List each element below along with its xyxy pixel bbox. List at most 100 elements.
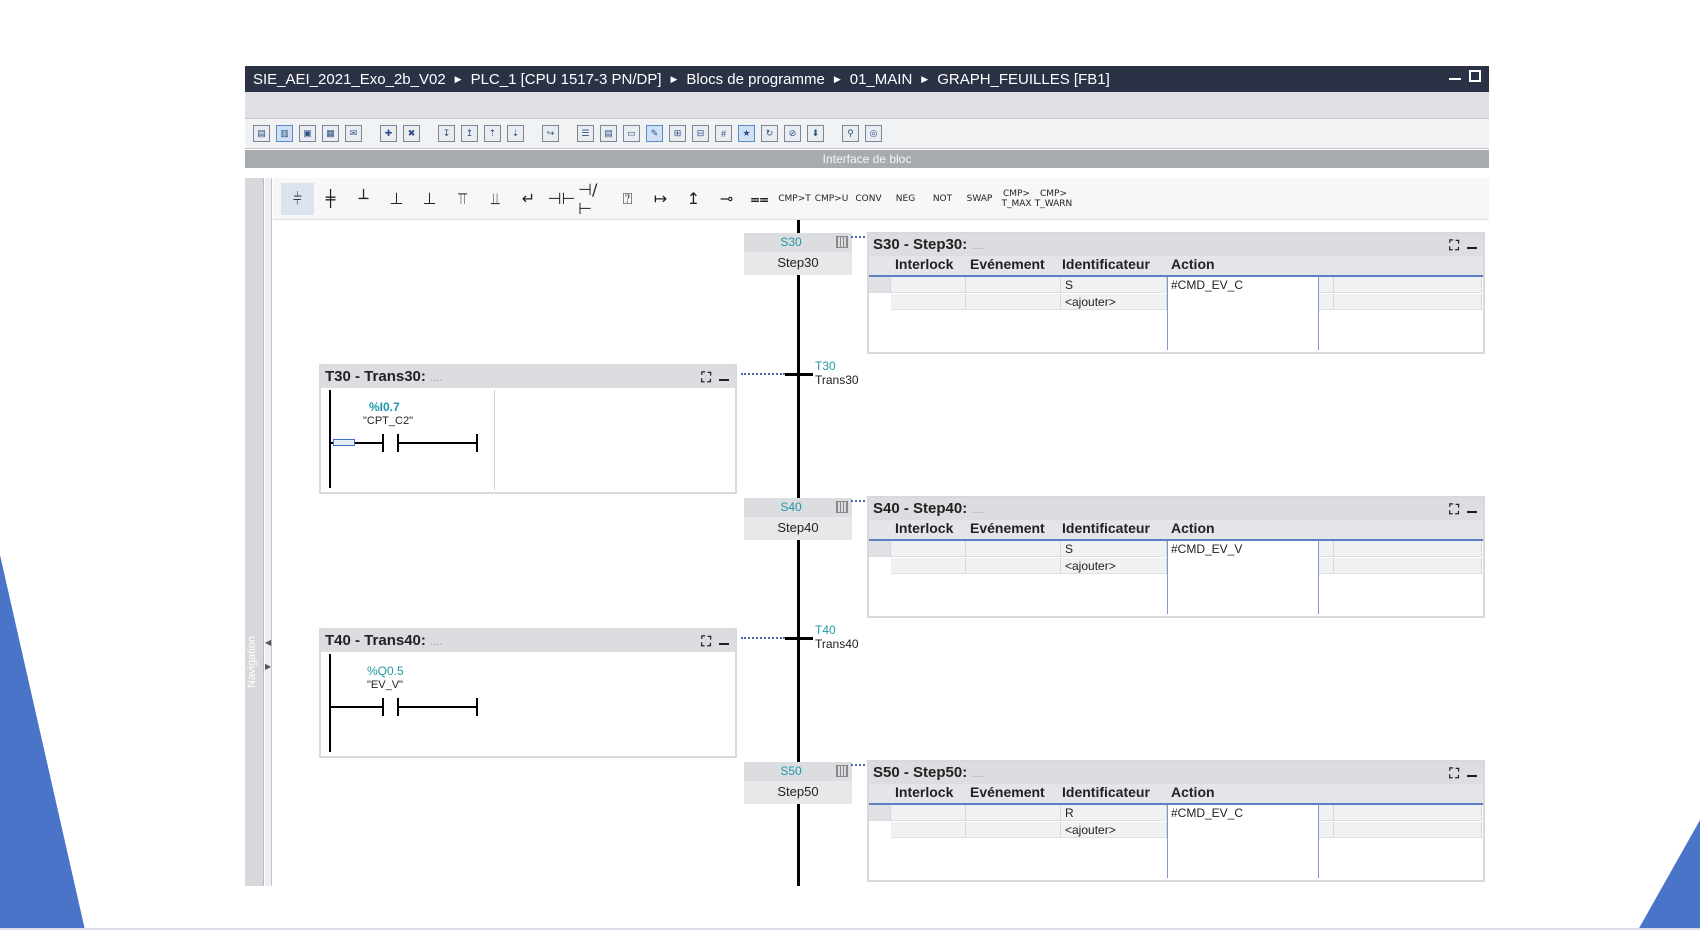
- add-action-cell[interactable]: <ajouter>: [1061, 558, 1167, 574]
- conv-button[interactable]: CONV: [850, 183, 887, 215]
- event-cell[interactable]: [966, 805, 1061, 821]
- absolute-address-icon[interactable]: #: [715, 125, 732, 142]
- interlock-cell[interactable]: [891, 277, 966, 293]
- contact-left[interactable]: [382, 434, 384, 452]
- panel-comment[interactable]: ....: [971, 504, 983, 516]
- navigation-splitter[interactable]: ◀ ▶: [265, 178, 272, 886]
- single-step-view-icon[interactable]: ▣: [299, 125, 316, 142]
- go-offline-icon[interactable]: ⊘: [784, 125, 801, 142]
- contact-symbol[interactable]: "EV_V": [367, 679, 403, 691]
- go-online-icon[interactable]: ↻: [761, 125, 778, 142]
- extra-cell[interactable]: [1334, 822, 1482, 838]
- no-contact-icon[interactable]: ⊣⊢: [545, 183, 578, 215]
- insert-network-icon[interactable]: ▤: [253, 125, 270, 142]
- step-s40[interactable]: S40 Step40: [744, 498, 852, 540]
- minimize-icon[interactable]: [1467, 511, 1477, 513]
- extra-cell[interactable]: [1319, 805, 1334, 821]
- step-actions-icon[interactable]: [836, 236, 848, 248]
- event-cell[interactable]: [966, 277, 1061, 293]
- not-button[interactable]: NOT: [924, 183, 961, 215]
- collapse-panel-icon[interactable]: ⛶: [1449, 234, 1459, 256]
- qualifier-cell[interactable]: S: [1061, 541, 1167, 557]
- minimize-icon[interactable]: [1467, 247, 1477, 249]
- extra-cell[interactable]: [1319, 294, 1334, 310]
- open-branch-icon[interactable]: ↦: [644, 183, 677, 215]
- restore-window-icon[interactable]: [1469, 70, 1481, 82]
- close-branch-wire-icon[interactable]: ↥: [677, 183, 710, 215]
- extra-cell[interactable]: [1334, 294, 1482, 310]
- action-cell[interactable]: #CMD_EV_C: [1167, 805, 1307, 821]
- contact-address[interactable]: %I0.7: [369, 400, 400, 414]
- event-cell[interactable]: [966, 541, 1061, 557]
- qualifier-cell[interactable]: R: [1061, 805, 1167, 821]
- jump-to-step-icon[interactable]: ⊥: [413, 183, 446, 215]
- download-icon[interactable]: ⬇: [807, 125, 824, 142]
- minimize-icon[interactable]: [1449, 70, 1461, 80]
- comment-icon[interactable]: ✎: [646, 125, 663, 142]
- action-cell[interactable]: #CMD_EV_V: [1167, 541, 1307, 557]
- edit-cursor[interactable]: [333, 439, 355, 446]
- step-icon[interactable]: ╪: [314, 183, 347, 215]
- breadcrumb-project[interactable]: SIE_AEI_2021_Exo_2b_V02: [253, 71, 446, 88]
- display-options-icon[interactable]: ⊟: [692, 125, 709, 142]
- panel-comment[interactable]: ....: [971, 240, 983, 252]
- extra-cell[interactable]: [1319, 541, 1334, 557]
- interlock-cell[interactable]: [891, 541, 966, 557]
- alarm-view-icon[interactable]: ✉: [345, 125, 362, 142]
- move-down-icon[interactable]: ⇣: [507, 125, 524, 142]
- minimize-icon[interactable]: [1467, 775, 1477, 777]
- breadcrumb-block[interactable]: GRAPH_FEUILLES [FB1]: [937, 71, 1110, 88]
- jump-icon[interactable]: ↪: [542, 125, 559, 142]
- event-cell[interactable]: [966, 294, 1061, 310]
- table-view-icon[interactable]: ▤: [600, 125, 617, 142]
- cmp-twarn-button[interactable]: CMP> T_WARN: [1035, 183, 1073, 215]
- row-selector[interactable]: [869, 541, 891, 557]
- step-s50[interactable]: S50 Step50: [744, 762, 852, 804]
- expand-arrow-icon[interactable]: ▶: [265, 662, 271, 671]
- panel-comment[interactable]: ....: [430, 372, 442, 384]
- interlock-cell[interactable]: [891, 294, 966, 310]
- empty-box-icon[interactable]: ⍰: [611, 183, 644, 215]
- interlock-cell[interactable]: [891, 558, 966, 574]
- transition-bar-t40[interactable]: [785, 637, 813, 640]
- simultaneous-branch-icon[interactable]: ⫫: [479, 183, 512, 215]
- cmp-t-button[interactable]: CMP>T: [776, 183, 813, 215]
- step-transition-icon[interactable]: ⫩: [281, 182, 314, 215]
- remove-branch-icon[interactable]: ↥: [461, 125, 478, 142]
- contact-address[interactable]: %Q0.5: [367, 664, 404, 678]
- favorites-icon[interactable]: ★: [738, 125, 755, 142]
- extra-cell[interactable]: [1319, 558, 1334, 574]
- step-actions-icon[interactable]: [836, 501, 848, 513]
- coil-w-icon[interactable]: ⊸: [710, 183, 743, 215]
- nc-contact-icon[interactable]: ⊣/⊢: [578, 180, 611, 218]
- sequence-view-icon[interactable]: ▥: [276, 125, 293, 142]
- extra-cell[interactable]: [1334, 558, 1482, 574]
- move-up-icon[interactable]: ⇡: [484, 125, 501, 142]
- qualifier-cell[interactable]: S: [1061, 277, 1167, 293]
- monitor-icon[interactable]: ⚲: [842, 125, 859, 142]
- detail-view-icon[interactable]: ▭: [623, 125, 640, 142]
- swap-button[interactable]: SWAP: [961, 183, 998, 215]
- transition-bar-t30[interactable]: [785, 373, 813, 376]
- extra-cell[interactable]: [1319, 822, 1334, 838]
- event-cell[interactable]: [966, 822, 1061, 838]
- contact-left[interactable]: [382, 698, 384, 716]
- sequence-end-icon[interactable]: ⊥: [380, 183, 413, 215]
- interlock-cell[interactable]: [891, 822, 966, 838]
- panel-comment[interactable]: ....: [430, 636, 442, 648]
- collapse-panel-icon[interactable]: ⛶: [1449, 762, 1459, 784]
- extra-cell[interactable]: [1334, 277, 1482, 293]
- action-cell[interactable]: #CMD_EV_C: [1167, 277, 1307, 293]
- step-s30[interactable]: S30 Step30: [744, 233, 852, 275]
- insert-step-icon[interactable]: ✚: [380, 125, 397, 142]
- panel-comment[interactable]: ....: [971, 768, 983, 780]
- event-cell[interactable]: [966, 558, 1061, 574]
- neg-button[interactable]: NEG: [887, 183, 924, 215]
- collapse-panel-icon[interactable]: ⛶: [701, 366, 711, 388]
- compare-equal-icon[interactable]: ⩵: [743, 183, 776, 215]
- interlock-cell[interactable]: [891, 805, 966, 821]
- zoom-icon[interactable]: ⊞: [669, 125, 686, 142]
- cmp-u-button[interactable]: CMP>U: [813, 183, 850, 215]
- block-interface-splitter[interactable]: Interface de bloc: [245, 150, 1489, 168]
- breadcrumb-plc[interactable]: PLC_1 [CPU 1517-3 PN/DP]: [471, 71, 662, 88]
